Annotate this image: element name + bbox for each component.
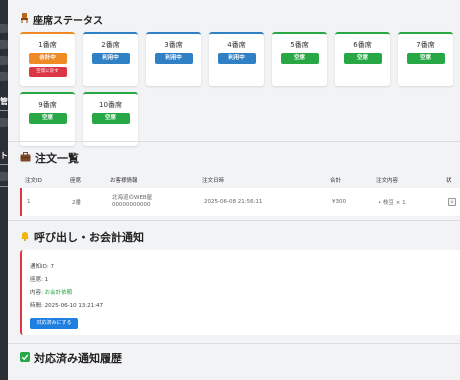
seat-card: 6番席 空席 [335, 32, 390, 86]
seat-name: 5番席 [290, 41, 309, 49]
header-cell: お客様情報 [110, 178, 138, 184]
seat-name: 10番席 [99, 101, 122, 109]
seat-card: 7番席 空席 [398, 32, 453, 86]
seat-status-title: 座席ステータス [20, 12, 103, 27]
notification-content-value: お会計依頼 [44, 290, 73, 296]
seat-card: 5番席 空席 [272, 32, 327, 86]
seat-card: 2番席 利用中 [83, 32, 138, 86]
customer-cell: 北海道のWEB屋 00000000000 [112, 195, 204, 209]
status-cell: ∧ [448, 198, 460, 206]
section-divider [8, 343, 460, 344]
seat-card: 10番席 空席 [83, 92, 138, 146]
section-divider [8, 220, 460, 221]
seat-status-button[interactable]: 利用中 [154, 53, 193, 64]
notification-content: 内容: お会計依頼 [30, 288, 72, 296]
notification-card: 通知ID: 7 座席: 1 内容: お会計依頼 時間: 2025-06-10 1… [20, 250, 460, 335]
table-header: 注文ID 座席 お客様情報 注文日時 合計 注文内容 状 [20, 172, 460, 188]
orders-table: 注文ID 座席 お客様情報 注文日時 合計 注文内容 状 1 2番 北海道のWE… [20, 172, 460, 216]
sidebar-item[interactable] [0, 40, 8, 49]
sidebar-item[interactable] [0, 72, 8, 81]
seat-status-button[interactable]: 利用中 [91, 53, 130, 64]
sidebar: 管 ト [0, 0, 8, 380]
history-title-text: 対応済み通知履歴 [34, 352, 122, 365]
seat-name: 4番席 [227, 41, 246, 49]
header-cell: 注文日時 [202, 178, 225, 184]
section-divider [8, 141, 460, 142]
notifications-title: 呼び出し・お会計通知 [20, 229, 144, 245]
sidebar-divider [0, 164, 8, 165]
notification-content-label: 内容: [30, 290, 45, 296]
seat-status-button[interactable]: 空席 [406, 53, 445, 64]
sidebar-heading: 管 [0, 97, 8, 106]
sidebar-item[interactable] [0, 56, 8, 65]
seat-status-button[interactable]: 空席 [280, 53, 319, 64]
seat-card: 1番席 会計中 空席に戻す [20, 32, 75, 86]
main-content: 座席ステータス 1番席 会計中 空席に戻す 2番席 利用中 3番席 利用中 4番… [8, 0, 460, 380]
header-cell: 注文内容 [376, 178, 399, 184]
orders-title: 注文一覧 [20, 150, 79, 166]
seat-status-button[interactable]: 空席 [91, 113, 130, 124]
notifications-title-text: 呼び出し・お会計通知 [34, 231, 144, 244]
notification-id: 通知ID: 7 [30, 264, 54, 270]
sidebar-item[interactable] [0, 24, 8, 33]
datetime-cell: 2025-06-08 21:56:11 [204, 199, 263, 205]
mark-handled-button[interactable]: 対応済みにする [30, 318, 78, 329]
sidebar-divider [0, 186, 8, 187]
check-icon [20, 351, 30, 365]
customer-phone: 00000000000 [112, 202, 151, 208]
seat-card: 9番席 空席 [20, 92, 75, 146]
return-to-empty-button[interactable]: 空席に戻す [28, 67, 67, 77]
chair-icon [20, 13, 29, 26]
seat-name: 9番席 [38, 101, 57, 109]
header-cell: 座席 [70, 178, 82, 184]
total-cell: ¥300 [332, 199, 346, 205]
sidebar-heading: ト [0, 151, 8, 160]
header-cell: 注文ID [25, 178, 42, 184]
notification-time: 時間: 2025-06-10 13:21:47 [30, 303, 104, 309]
history-title: 対応済み通知履歴 [20, 350, 122, 366]
seat-name: 1番席 [38, 41, 57, 49]
customer-name: 北海道のWEB屋 [112, 195, 153, 201]
header-cell: 状 [446, 178, 452, 184]
briefcase-icon [20, 151, 31, 165]
table-row: 1 2番 北海道のWEB屋 00000000000 2025-06-08 21:… [20, 188, 460, 216]
seat-card: 4番席 利用中 [209, 32, 264, 86]
seat-name: 6番席 [353, 41, 372, 49]
status-select[interactable]: ∧ [448, 198, 456, 206]
items-cell: • 枝豆 × 1 [378, 200, 406, 206]
seat-status-button[interactable]: 利用中 [217, 53, 256, 64]
seat-status-button[interactable]: 空席 [28, 113, 67, 124]
order-id-cell: 1 [27, 199, 31, 205]
seat-status-title-text: 座席ステータス [33, 16, 103, 27]
seat-cell: 2番 [72, 200, 81, 206]
sidebar-item[interactable] [0, 172, 8, 181]
seat-name: 2番席 [101, 41, 120, 49]
orders-title-text: 注文一覧 [35, 152, 79, 165]
seat-status-button[interactable]: 空席 [343, 53, 382, 64]
bell-icon [20, 231, 30, 244]
sidebar-divider [0, 110, 8, 111]
seat-card: 3番席 利用中 [146, 32, 201, 86]
seat-name: 7番席 [416, 41, 435, 49]
notification-seat: 座席: 1 [30, 277, 49, 283]
seat-name: 3番席 [164, 41, 183, 49]
seat-status-button[interactable]: 会計中 [28, 53, 67, 64]
header-cell: 合計 [330, 178, 342, 184]
sidebar-item[interactable] [0, 118, 8, 127]
